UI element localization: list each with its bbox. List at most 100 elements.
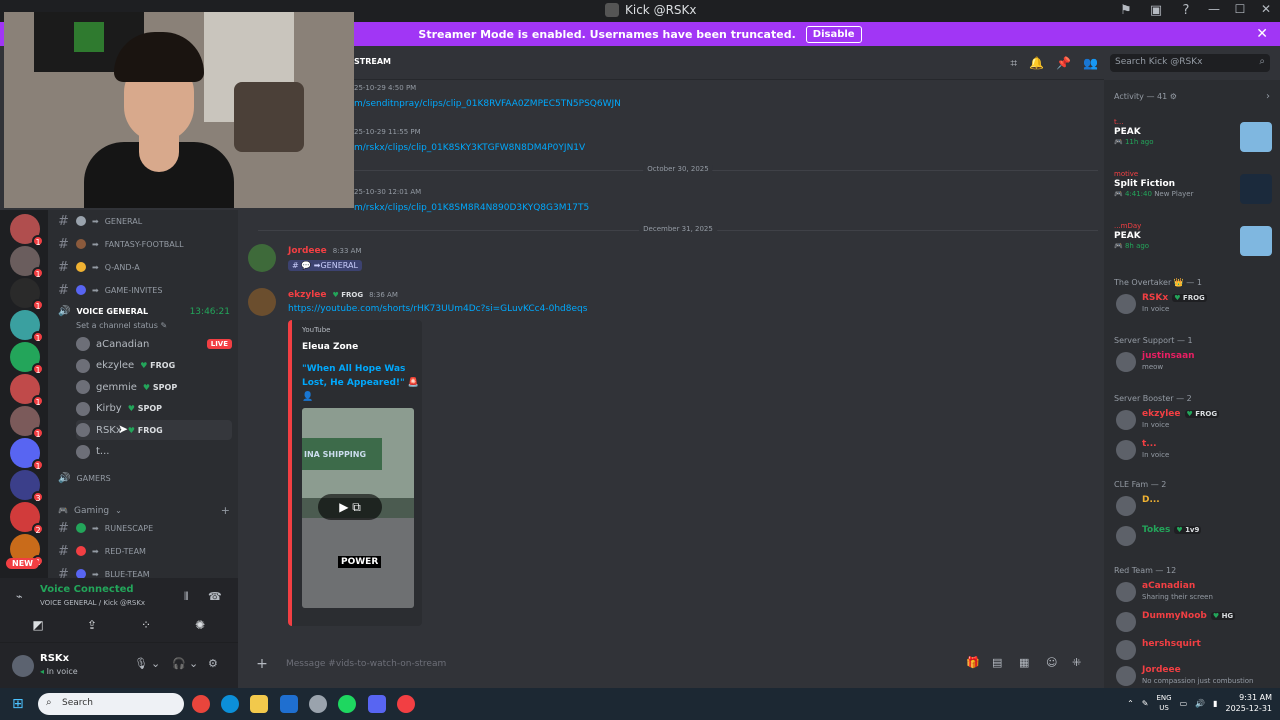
clip-link[interactable]: m/rskx/clips/clip_01K8SM8R4N890D3KYQ8G3M… (354, 203, 589, 213)
emoji-icon[interactable]: ☺ (1046, 656, 1057, 669)
voice-connected-title[interactable]: Voice Connected (40, 584, 134, 595)
disconnect-icon[interactable]: ☎ (208, 590, 222, 603)
channel-status[interactable]: Set a channel status ✎ (76, 321, 167, 330)
screen-share-icon[interactable]: ⇪ (78, 618, 106, 636)
sticker-icon[interactable]: ▦ (1019, 656, 1029, 669)
minimize-icon[interactable]: — (1208, 2, 1220, 16)
close-banner-icon[interactable]: ✕ (1256, 26, 1268, 42)
embed-author[interactable]: Eleua Zone (302, 342, 358, 352)
voice-user[interactable]: aCanadian LIVE (76, 334, 232, 354)
network-icon[interactable]: ▭ (1180, 699, 1188, 708)
embed-provider[interactable]: YouTube (302, 326, 330, 334)
discord-icon[interactable] (368, 695, 386, 713)
member-item[interactable]: hershsquirt (1114, 636, 1278, 664)
channel-item[interactable]: # ➡ GENERAL (58, 211, 142, 231)
member-item[interactable]: justinsaan meow (1114, 348, 1278, 376)
close-window-icon[interactable]: ✕ (1260, 2, 1272, 16)
chrome-icon[interactable] (192, 695, 210, 713)
soundboard-icon[interactable]: ✺ (186, 618, 214, 636)
member-list-icon[interactable]: 👥 (1083, 56, 1098, 71)
member-item[interactable]: Jordeee No compassion just combustion (1114, 662, 1278, 690)
noise-suppression-icon[interactable]: ⫴ (184, 590, 189, 604)
pin-icon[interactable]: 📌 (1056, 56, 1071, 71)
video-thumbnail[interactable]: INA SHIPPING ▶ ⧉ POWER (302, 408, 414, 608)
member-item[interactable]: aCanadian Sharing their screen (1114, 578, 1278, 606)
embed-title[interactable]: "When All Hope Was Lost, He Appeared!" 🚨… (302, 362, 420, 404)
battery-icon[interactable]: ▮ (1213, 699, 1217, 708)
headphones-icon[interactable]: 🎧 (172, 657, 186, 670)
activity-card[interactable]: motive Split Fiction 🎮 4:41:40 New Player (1114, 170, 1274, 204)
voice-user[interactable]: gemmie ♥ SPOP (76, 377, 232, 397)
gift-icon[interactable]: 🎁 (966, 656, 980, 669)
search-input[interactable]: Search Kick @RSKx ⌕ (1110, 54, 1270, 72)
help-icon[interactable]: ? (1178, 3, 1194, 19)
channel-mention[interactable]: # 💬 ➡GENERAL (288, 260, 362, 271)
apps-icon[interactable]: ⁜ (1072, 656, 1081, 669)
channel-item[interactable]: # ➡ BLUE-TEAM (58, 564, 150, 578)
chevron-up-icon[interactable]: ⌃ (1127, 699, 1134, 708)
chevron-down-icon[interactable]: ⌄ (189, 657, 198, 670)
pen-icon[interactable]: ✎ (1142, 699, 1149, 708)
server-icon[interactable]: 1 (10, 246, 44, 279)
member-item[interactable]: D... (1114, 492, 1278, 520)
gamers-channel[interactable]: 🔊 GAMERS (58, 468, 111, 488)
camera-icon[interactable]: ◩ (24, 618, 52, 636)
store-icon[interactable] (280, 695, 298, 713)
volume-icon[interactable]: 🔊 (1195, 699, 1205, 708)
server-icon[interactable]: 1 (10, 278, 44, 311)
taskbar-search[interactable]: ⌕ Search (38, 693, 184, 715)
clip-link[interactable]: m/rskx/clips/clip_01K8SKY3KTGFW8N8DM4P0Y… (354, 143, 585, 153)
category-gaming[interactable]: 🎮 Gaming ⌄ + (58, 504, 230, 517)
message-composer[interactable]: + Message #vids-to-watch-on-stream 🎁 ▤ ▦… (250, 652, 1098, 676)
obs-icon[interactable] (397, 695, 415, 713)
server-icon[interactable]: 1 (10, 214, 44, 247)
notification-bell-icon[interactable]: 🔔 (1029, 56, 1044, 71)
channel-item[interactable]: # ➡ FANTASY-FOOTBALL (58, 234, 184, 254)
chevron-down-icon[interactable]: ⌄ (151, 657, 160, 670)
activity-card[interactable]: ...mDay PEAK 🎮 8h ago (1114, 222, 1274, 256)
server-icon[interactable]: 1 (10, 406, 44, 439)
channel-item[interactable]: # ➡ RUNESCAPE (58, 518, 153, 538)
spotify-icon[interactable] (338, 695, 356, 713)
inbox-icon[interactable]: ⚑ (1118, 3, 1134, 19)
disable-streamer-mode-button[interactable]: Disable (805, 25, 862, 43)
voice-user[interactable]: RSKx ♥ FROG (76, 420, 232, 440)
server-icon[interactable]: 1 (10, 310, 44, 343)
member-item[interactable]: RSKx ♥ FROG In voice (1114, 290, 1278, 318)
voice-user[interactable]: ekzylee ♥ FROG (76, 356, 232, 376)
activity-card[interactable]: t... PEAK 🎮 11h ago (1114, 118, 1274, 152)
server-icon[interactable]: 3 (10, 470, 44, 503)
avatar[interactable] (248, 288, 276, 316)
activity-icon[interactable]: ⁘ (132, 618, 160, 636)
app-icon[interactable] (309, 695, 327, 713)
microphone-icon[interactable]: 🎙 (134, 657, 148, 670)
channel-item[interactable]: # ➡ Q-AND-A (58, 257, 140, 277)
channel-item[interactable]: # ➡ RED-TEAM (58, 541, 146, 561)
server-icon[interactable]: 1 (10, 342, 44, 375)
voice-channel-header[interactable]: 🔊 VOICE GENERAL 13:46:21 (58, 306, 230, 317)
member-item[interactable]: ekzylee ♥ FROG In voice (1114, 406, 1278, 434)
author-name[interactable]: Jordeee (288, 246, 327, 256)
voice-user[interactable]: t... (76, 442, 232, 462)
threads-icon[interactable]: ⌗ (1010, 56, 1017, 71)
member-item[interactable]: Tokes ♥ 1v9 (1114, 522, 1278, 550)
maximize-icon[interactable]: ☐ (1234, 2, 1246, 16)
file-explorer-icon[interactable] (250, 695, 268, 713)
member-item[interactable]: t... In voice (1114, 436, 1278, 464)
gif-icon[interactable]: ▤ (992, 656, 1002, 669)
add-channel-icon[interactable]: + (221, 504, 230, 517)
voice-user[interactable]: Kirby ♥ SPOP (76, 399, 232, 419)
screen-icon[interactable]: ▣ (1148, 3, 1164, 19)
settings-gear-icon[interactable]: ⚙ (208, 657, 218, 670)
member-item[interactable]: DummyNoob ♥ HG (1114, 608, 1278, 636)
add-attachment-icon[interactable]: + (250, 656, 274, 672)
author-name[interactable]: ekzylee (288, 290, 327, 300)
clock[interactable]: 9:31 AM 2025-12-31 (1226, 692, 1273, 714)
message-link[interactable]: https://youtube.com/shorts/rHK73UUm4Dc?s… (288, 304, 587, 314)
language-indicator[interactable]: ENG US (1156, 693, 1171, 713)
clip-link[interactable]: m/senditnpray/clips/clip_01K8RVFAA0ZMPEC… (354, 99, 621, 109)
avatar[interactable] (12, 655, 34, 677)
server-icon[interactable]: 1 (10, 438, 44, 471)
server-icon[interactable]: 2 (10, 502, 44, 535)
windows-start-icon[interactable]: ⊞ (12, 696, 28, 712)
